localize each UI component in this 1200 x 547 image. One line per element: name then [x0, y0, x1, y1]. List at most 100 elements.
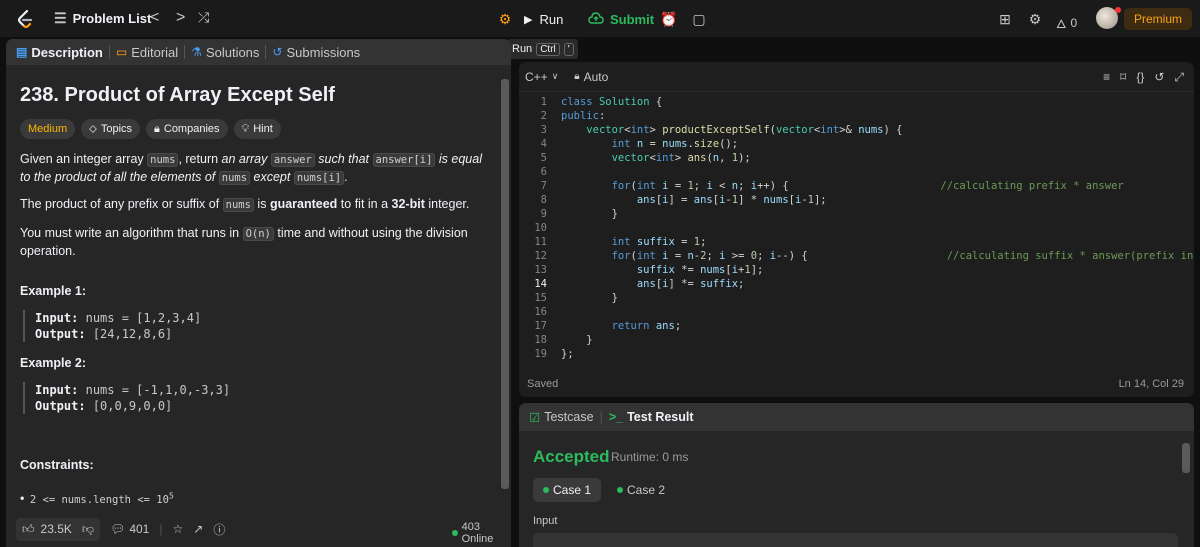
auto-mode-toggle[interactable]: 🔒︎ Auto — [574, 70, 608, 84]
result-tabs: ☑ Testcase | >_ Test Result — [519, 403, 1194, 431]
problem-title[interactable]: 238. Product of Array Except Self — [20, 84, 335, 107]
like-button[interactable]: 👍︎ 23.5K 👎︎ — [16, 517, 101, 541]
example-1-block: Input: nums = [1,2,3,4] Output: [24,12,8… — [23, 310, 201, 342]
text: The product of any prefix or suffix of — [20, 197, 223, 211]
run-label: Run — [539, 11, 564, 27]
lock-icon: 🔒︎ — [574, 71, 580, 82]
random-problem-button[interactable]: ⤮ — [198, 9, 209, 26]
format-icon[interactable]: ≡ — [1103, 70, 1110, 85]
tab-submissions[interactable]: ↺ Submissions — [268, 45, 364, 60]
tab-test-result-label: Test Result — [627, 410, 694, 424]
list-icon: ☰ — [54, 10, 67, 26]
code-line: 14 ans[i] *= suffix; — [534, 278, 745, 290]
hint-button[interactable]: 💡︎ Hint — [233, 119, 281, 139]
prev-problem-button[interactable]: < — [150, 9, 159, 27]
description-paragraph-3: You must write an algorithm that runs in… — [20, 225, 500, 260]
tab-solutions[interactable]: ⚗ Solutions — [187, 45, 263, 60]
case-1-label: Case 1 — [553, 483, 592, 497]
saved-status: Saved — [527, 378, 559, 390]
result-scrollbar[interactable] — [1182, 443, 1190, 473]
code-line: 9 } — [540, 208, 618, 220]
star-icon[interactable]: ☆ — [172, 522, 183, 536]
code-line: 18 } — [534, 334, 593, 346]
code-line: 12 for(int i = n-2; i >= 0; i--) { //cal… — [534, 250, 1194, 262]
constraints-title: Constraints: — [20, 458, 94, 472]
problem-list-link[interactable]: ☰ Problem List — [54, 10, 151, 27]
note-icon: ▢ — [692, 10, 706, 27]
code-line: 19}; — [534, 348, 574, 360]
expand-icon[interactable]: ⤢ — [1174, 70, 1184, 85]
top-bar: ☰ Problem List < > ⤮ ⚙ ▶ Run Submit ⏰ ▢ … — [0, 0, 1200, 37]
thumbs-up-icon: 👍︎ — [22, 521, 35, 536]
comment-count: 401 — [129, 522, 150, 536]
premium-button[interactable]: Premium — [1124, 8, 1192, 30]
tab-submissions-label: Submissions — [286, 44, 361, 60]
settings-button[interactable]: ⚙ — [1022, 6, 1048, 32]
example-2-input: Input: nums = [-1,1,0,-3,3] — [35, 382, 230, 398]
code-line: 17 return ans; — [534, 320, 682, 332]
tab-test-result[interactable]: >_ Test Result — [609, 410, 694, 424]
code-line: 16 — [534, 306, 547, 318]
output-label: Output: — [35, 399, 86, 413]
reset-icon[interactable]: ↺ — [1154, 70, 1164, 85]
next-problem-button[interactable]: > — [176, 9, 185, 27]
code-line: 15 } — [534, 292, 618, 304]
problem-tags: Medium ⬦ Topics 🔒︎ Companies 💡︎ Hint — [20, 119, 281, 139]
text: integer. — [424, 197, 470, 211]
companies-button[interactable]: 🔒︎ Companies — [146, 119, 228, 139]
notes-button[interactable]: ▢ — [686, 6, 712, 32]
timer-button[interactable]: ⏰ — [656, 6, 682, 32]
bug-icon: ⚙ — [498, 10, 512, 27]
text: 32-bit — [391, 197, 425, 211]
pass-dot — [543, 487, 549, 493]
braces-icon[interactable]: {} — [1136, 70, 1144, 85]
lightbulb-icon: 💡︎ — [241, 122, 250, 135]
cursor-position: Ln 14, Col 29 — [1118, 378, 1184, 390]
lock-icon: 🔒︎ — [154, 122, 160, 135]
tooltip-label: Run — [512, 43, 533, 55]
tab-editorial[interactable]: ▭ Editorial — [112, 45, 182, 60]
topics-button[interactable]: ⬦ Topics — [81, 119, 141, 139]
tab-testcase[interactable]: ☑ Testcase — [529, 410, 594, 425]
tab-solutions-label: Solutions — [205, 44, 260, 60]
inline-code: nums[i] — [293, 171, 345, 185]
case-1-tab[interactable]: Case 1 — [533, 478, 602, 502]
help-icon[interactable]: ⓘ — [213, 521, 225, 538]
leetcode-logo[interactable] — [14, 8, 36, 30]
kbd-quote: ' — [563, 42, 574, 56]
comments-button[interactable]: 💬︎ 401 — [110, 522, 149, 536]
streak-count: 0 — [1070, 15, 1078, 30]
text: to fit in a — [337, 197, 392, 211]
input-value: nums = [-1,1,0,-3,3] — [85, 383, 231, 397]
language-select[interactable]: C++ ∨ — [525, 70, 558, 84]
checkbox-icon: ☑ — [529, 410, 541, 425]
bullet: • — [20, 491, 28, 506]
run-button[interactable]: ▶ Run — [514, 6, 573, 32]
share-icon[interactable]: ↗ — [193, 522, 203, 536]
tab-description[interactable]: ▤ Description — [12, 45, 107, 60]
submit-button[interactable]: Submit — [580, 6, 662, 32]
example-2-block: Input: nums = [-1,1,0,-3,3] Output: [0,0… — [23, 382, 230, 414]
case-2-tab[interactable]: Case 2 — [607, 478, 675, 502]
like-count: 23.5K — [40, 522, 72, 536]
description-paragraph-1: Given an integer array nums, return an a… — [20, 151, 490, 187]
tab-editorial-label: Editorial — [131, 44, 179, 60]
tab-separator — [265, 45, 267, 59]
code-line: 11 int suffix = 1; — [534, 236, 707, 248]
description-footer: 👍︎ 23.5K 👎︎ 💬︎ 401 | ☆ ↗ ⓘ — [6, 511, 511, 547]
text: guaranteed — [269, 197, 338, 211]
alarm-clock-icon: ⏰ — [660, 10, 678, 27]
inline-code: nums — [147, 153, 179, 167]
streak-counter[interactable]: 🜂 0 — [1056, 10, 1077, 35]
code-line: 4 int n = nums.size(); — [540, 138, 739, 150]
description-scrollbar[interactable] — [501, 79, 509, 489]
layout-button[interactable]: ⊞ — [992, 6, 1018, 32]
gear-icon: ⚙ — [1028, 10, 1042, 27]
kbd-ctrl: Ctrl — [536, 42, 560, 56]
code-line: 13 suffix *= nums[i+1]; — [534, 264, 764, 276]
thumbs-down-icon[interactable]: 👎︎ — [82, 522, 94, 537]
case-2-label: Case 2 — [627, 483, 666, 497]
bookmark-icon[interactable]: ⌑ — [1120, 70, 1126, 85]
text: Given an integer array — [20, 152, 148, 166]
chevron-down-icon: ∨ — [551, 71, 559, 81]
